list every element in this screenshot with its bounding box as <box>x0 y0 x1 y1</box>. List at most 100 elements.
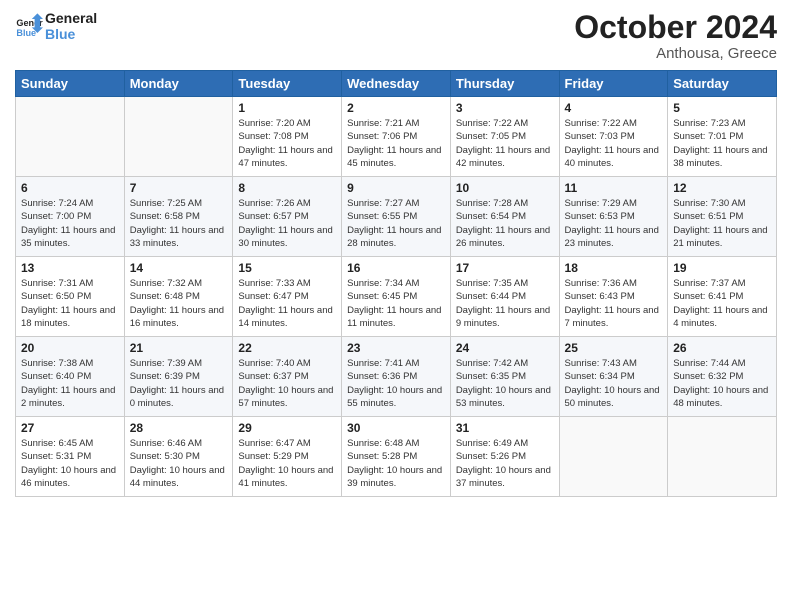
weekday-header: Tuesday <box>233 71 342 97</box>
calendar-cell: 8Sunrise: 7:26 AMSunset: 6:57 PMDaylight… <box>233 177 342 257</box>
calendar-cell: 10 Sunrise: 7:28 AMSunset: 6:54 PMDayligh… <box>450 177 559 257</box>
calendar-cell: 19Sunrise: 7:37 AMSunset: 6:41 PMDayligh… <box>668 257 777 337</box>
calendar-week: 20 Sunrise: 7:38 AMSunset: 6:40 PMDayligh… <box>16 337 777 417</box>
day-info: Sunrise: 7:22 AMSunset: 7:05 PMDaylight:… <box>456 117 554 170</box>
calendar-cell: 16 Sunrise: 7:34 AMSunset: 6:45 PMDayligh… <box>342 257 451 337</box>
weekday-header: Friday <box>559 71 668 97</box>
day-info: Sunrise: 7:34 AMSunset: 6:45 PMDaylight:… <box>347 277 445 330</box>
calendar-cell: 31 Sunrise: 6:49 AMSunset: 5:26 PMDayligh… <box>450 417 559 497</box>
logo-icon: General Blue <box>15 12 43 40</box>
day-number: 3 <box>456 101 554 115</box>
day-info: Sunrise: 7:23 AMSunset: 7:01 PMDaylight:… <box>673 117 771 170</box>
day-info: Sunrise: 6:47 AMSunset: 5:29 PMDaylight:… <box>238 437 336 490</box>
day-number: 16 <box>347 261 445 275</box>
day-info: Sunrise: 7:20 AMSunset: 7:08 PMDaylight:… <box>238 117 336 170</box>
day-number: 15 <box>238 261 336 275</box>
day-info: Sunrise: 7:27 AMSunset: 6:55 PMDaylight:… <box>347 197 445 250</box>
day-number: 30 <box>347 421 445 435</box>
day-number: 14 <box>130 261 228 275</box>
weekday-header: Sunday <box>16 71 125 97</box>
calendar-cell: 12Sunrise: 7:30 AMSunset: 6:51 PMDayligh… <box>668 177 777 257</box>
calendar-cell: 30 Sunrise: 6:48 AMSunset: 5:28 PMDayligh… <box>342 417 451 497</box>
day-number: 12 <box>673 181 771 195</box>
title-block: October 2024 Anthousa, Greece <box>574 10 777 62</box>
day-info: Sunrise: 7:21 AMSunset: 7:06 PMDaylight:… <box>347 117 445 170</box>
calendar-week: 6 Sunrise: 7:24 AMSunset: 7:00 PMDaylight… <box>16 177 777 257</box>
day-number: 18 <box>565 261 663 275</box>
day-number: 29 <box>238 421 336 435</box>
logo-blue: Blue <box>45 26 97 42</box>
day-info: Sunrise: 7:33 AMSunset: 6:47 PMDaylight:… <box>238 277 336 330</box>
day-info: Sunrise: 7:22 AMSunset: 7:03 PMDaylight:… <box>565 117 663 170</box>
header: General Blue General Blue October 2024 A… <box>15 10 777 62</box>
calendar-cell: 21 Sunrise: 7:39 AMSunset: 6:39 PMDayligh… <box>124 337 233 417</box>
day-number: 13 <box>21 261 119 275</box>
month-title: October 2024 <box>574 10 777 45</box>
day-number: 1 <box>238 101 336 115</box>
calendar-cell: 22 Sunrise: 7:40 AMSunset: 6:37 PMDayligh… <box>233 337 342 417</box>
day-number: 10 <box>456 181 554 195</box>
calendar-cell: 3 Sunrise: 7:22 AMSunset: 7:05 PMDaylight… <box>450 97 559 177</box>
calendar-cell: 26 Sunrise: 7:44 AMSunset: 6:32 PMDayligh… <box>668 337 777 417</box>
calendar-container: General Blue General Blue October 2024 A… <box>0 0 792 502</box>
calendar-cell: 11Sunrise: 7:29 AMSunset: 6:53 PMDayligh… <box>559 177 668 257</box>
day-info: Sunrise: 6:48 AMSunset: 5:28 PMDaylight:… <box>347 437 445 490</box>
calendar-week: 1 Sunrise: 7:20 AMSunset: 7:08 PMDaylight… <box>16 97 777 177</box>
day-number: 2 <box>347 101 445 115</box>
calendar-cell: 23Sunrise: 7:41 AMSunset: 6:36 PMDayligh… <box>342 337 451 417</box>
calendar-cell: 17 Sunrise: 7:35 AMSunset: 6:44 PMDayligh… <box>450 257 559 337</box>
calendar-cell: 28Sunrise: 6:46 AMSunset: 5:30 PMDayligh… <box>124 417 233 497</box>
day-info: Sunrise: 7:35 AMSunset: 6:44 PMDaylight:… <box>456 277 554 330</box>
day-info: Sunrise: 7:28 AMSunset: 6:54 PMDaylight:… <box>456 197 554 250</box>
calendar-cell: 15 Sunrise: 7:33 AMSunset: 6:47 PMDayligh… <box>233 257 342 337</box>
weekday-header: Saturday <box>668 71 777 97</box>
day-info: Sunrise: 7:38 AMSunset: 6:40 PMDaylight:… <box>21 357 119 410</box>
day-number: 20 <box>21 341 119 355</box>
day-info: Sunrise: 7:40 AMSunset: 6:37 PMDaylight:… <box>238 357 336 410</box>
day-info: Sunrise: 7:44 AMSunset: 6:32 PMDaylight:… <box>673 357 771 410</box>
day-number: 24 <box>456 341 554 355</box>
calendar-cell: 9 Sunrise: 7:27 AMSunset: 6:55 PMDaylight… <box>342 177 451 257</box>
calendar-cell <box>559 417 668 497</box>
day-number: 26 <box>673 341 771 355</box>
calendar-cell: 5Sunrise: 7:23 AMSunset: 7:01 PMDaylight… <box>668 97 777 177</box>
calendar-cell <box>124 97 233 177</box>
calendar-cell: 2 Sunrise: 7:21 AMSunset: 7:06 PMDaylight… <box>342 97 451 177</box>
day-number: 25 <box>565 341 663 355</box>
day-info: Sunrise: 7:36 AMSunset: 6:43 PMDaylight:… <box>565 277 663 330</box>
day-info: Sunrise: 6:49 AMSunset: 5:26 PMDaylight:… <box>456 437 554 490</box>
day-number: 27 <box>21 421 119 435</box>
day-number: 22 <box>238 341 336 355</box>
calendar-cell: 1 Sunrise: 7:20 AMSunset: 7:08 PMDaylight… <box>233 97 342 177</box>
header-row: SundayMondayTuesdayWednesdayThursdayFrid… <box>16 71 777 97</box>
day-number: 21 <box>130 341 228 355</box>
calendar-table: SundayMondayTuesdayWednesdayThursdayFrid… <box>15 70 777 497</box>
weekday-header: Wednesday <box>342 71 451 97</box>
day-info: Sunrise: 7:39 AMSunset: 6:39 PMDaylight:… <box>130 357 228 410</box>
day-info: Sunrise: 7:25 AMSunset: 6:58 PMDaylight:… <box>130 197 228 250</box>
calendar-cell: 20 Sunrise: 7:38 AMSunset: 6:40 PMDayligh… <box>16 337 125 417</box>
weekday-header: Monday <box>124 71 233 97</box>
calendar-cell <box>668 417 777 497</box>
day-info: Sunrise: 7:37 AMSunset: 6:41 PMDaylight:… <box>673 277 771 330</box>
calendar-cell: 13 Sunrise: 7:31 AMSunset: 6:50 PMDayligh… <box>16 257 125 337</box>
location: Anthousa, Greece <box>574 45 777 62</box>
day-number: 31 <box>456 421 554 435</box>
logo-general: General <box>45 10 97 26</box>
day-number: 11 <box>565 181 663 195</box>
day-number: 6 <box>21 181 119 195</box>
day-number: 8 <box>238 181 336 195</box>
day-info: Sunrise: 6:46 AMSunset: 5:30 PMDaylight:… <box>130 437 228 490</box>
day-info: Sunrise: 7:32 AMSunset: 6:48 PMDaylight:… <box>130 277 228 330</box>
svg-text:Blue: Blue <box>16 28 36 38</box>
logo: General Blue General Blue <box>15 10 97 42</box>
day-info: Sunrise: 7:42 AMSunset: 6:35 PMDaylight:… <box>456 357 554 410</box>
calendar-cell: 25Sunrise: 7:43 AMSunset: 6:34 PMDayligh… <box>559 337 668 417</box>
day-number: 17 <box>456 261 554 275</box>
day-number: 9 <box>347 181 445 195</box>
day-info: Sunrise: 6:45 AMSunset: 5:31 PMDaylight:… <box>21 437 119 490</box>
day-info: Sunrise: 7:31 AMSunset: 6:50 PMDaylight:… <box>21 277 119 330</box>
calendar-cell: 4Sunrise: 7:22 AMSunset: 7:03 PMDaylight… <box>559 97 668 177</box>
day-info: Sunrise: 7:24 AMSunset: 7:00 PMDaylight:… <box>21 197 119 250</box>
calendar-cell: 14 Sunrise: 7:32 AMSunset: 6:48 PMDayligh… <box>124 257 233 337</box>
